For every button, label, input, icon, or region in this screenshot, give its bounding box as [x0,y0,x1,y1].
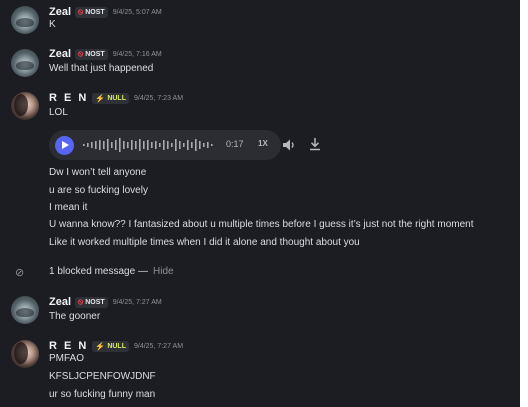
download-icon[interactable] [308,137,322,151]
voice-duration: 0:17 [226,139,244,149]
avatar[interactable] [11,6,39,34]
author-name[interactable]: R E N [49,92,88,104]
waveform[interactable] [83,138,215,152]
message-text: Dw I won’t tell anyone [49,167,147,178]
no-entry-icon: ⦸ [78,49,84,58]
timestamp: 9/4/25, 7:23 AM [133,94,184,102]
avatar[interactable] [11,49,39,77]
author-name[interactable]: Zeal [49,48,71,60]
message-text: Like it worked multiple times when I did… [49,237,360,248]
timestamp: 9/4/25, 7:16 AM [112,50,162,58]
message-text: The gooner [49,311,101,322]
message-text: KFSLJCPENFOWJDNF [49,371,156,382]
chat-panel: Zeal ⦸ NOST 9/4/25, 5:07 AM K Zeal ⦸ NOST … [0,0,520,407]
message-text: PMFAO [49,353,85,364]
user-tag[interactable]: ⦸ NOST [75,296,108,308]
avatar[interactable] [11,340,39,368]
play-button[interactable] [55,136,74,155]
timestamp: 9/4/25, 5:07 AM [112,8,162,16]
message-text: U wanna know?? I fantasized about u mult… [49,219,474,230]
message-text: I mean it [49,202,88,213]
blocked-icon: ⊘ [15,267,25,279]
message-header: Zeal ⦸ NOST 9/4/25, 5:07 AM [49,4,162,20]
timestamp: 9/4/25, 7:27 AM [133,342,184,350]
message-text: Well that just happened [49,63,154,74]
avatar[interactable] [11,92,39,120]
message-header: R E N ⚡ NULL 9/4/25, 7:23 AM [49,90,183,106]
blocked-text: 1 blocked message — [49,266,148,277]
avatar[interactable] [11,296,39,324]
author-name[interactable]: R E N [49,340,88,352]
no-entry-icon: ⦸ [78,297,84,306]
user-tag[interactable]: ⚡ NULL [92,340,129,352]
user-tag[interactable]: ⦸ NOST [75,48,108,60]
message-header: Zeal ⦸ NOST 9/4/25, 7:27 AM [49,294,162,310]
playback-speed-button[interactable]: 1X [258,139,268,148]
message-header: R E N ⚡ NULL 9/4/25, 7:27 AM [49,338,183,354]
author-name[interactable]: Zeal [49,296,71,308]
user-tag[interactable]: ⦸ NOST [75,6,108,18]
message-text: K [49,19,56,30]
voice-message-player: 0:17 1X [49,130,320,160]
no-entry-icon: ⦸ [78,7,84,16]
hide-link[interactable]: Hide [153,266,174,277]
lightning-icon: ⚡ [95,93,106,103]
message-header: Zeal ⦸ NOST 9/4/25, 7:16 AM [49,46,162,62]
volume-icon[interactable] [282,138,296,152]
message-text: ur so fucking funny man [49,389,156,400]
user-tag[interactable]: ⚡ NULL [92,92,129,104]
message-text: u are so fucking lovely [49,185,148,196]
lightning-icon: ⚡ [95,341,106,351]
author-name[interactable]: Zeal [49,6,71,18]
blocked-message-notice: ⊘ 1 blocked message — Hide [0,262,520,282]
message-text: LOL [49,107,68,118]
timestamp: 9/4/25, 7:27 AM [112,298,162,306]
